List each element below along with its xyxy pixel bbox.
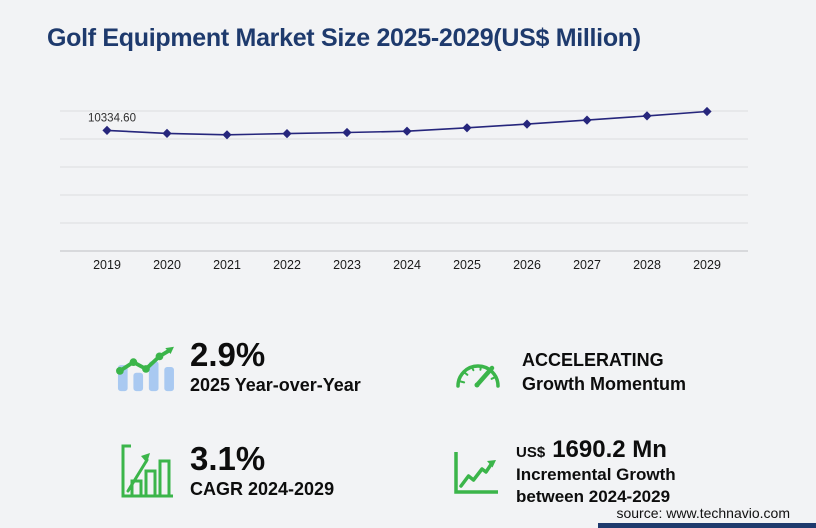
outlined-bar-chart-icon	[121, 444, 173, 498]
yoy-label: 2025 Year-over-Year	[190, 374, 361, 395]
accent-bar	[598, 523, 816, 528]
x-tick-label: 2022	[273, 258, 301, 272]
incremental-value: 1690.2 Mn	[552, 436, 667, 463]
data-point-marker	[702, 106, 712, 117]
line-chart-axes-icon	[454, 452, 498, 494]
momentum-label: Growth Momentum	[522, 374, 686, 395]
incremental-currency: US$	[516, 444, 546, 461]
bar-line-growth-icon	[116, 346, 174, 391]
x-tick-label: 2024	[393, 258, 421, 272]
data-point-marker	[342, 127, 352, 138]
data-point-marker	[102, 125, 112, 135]
stat-cagr: 3.1% CAGR 2024-2029	[120, 442, 334, 500]
data-point-marker	[222, 130, 232, 140]
x-tick-label: 2029	[693, 258, 721, 272]
x-tick-label: 2026	[513, 258, 541, 272]
page-title: Golf Equipment Market Size 2025-2029(US$…	[47, 24, 641, 52]
stat-incremental-growth: US$ 1690.2 Mn Incremental Growth between…	[452, 436, 676, 509]
data-point-marker	[642, 111, 652, 121]
data-point-marker	[282, 129, 292, 139]
x-tick-label: 2023	[333, 258, 361, 272]
first-point-data-label: 10334.60	[88, 112, 136, 124]
data-point-marker	[462, 123, 472, 133]
speedometer-icon	[456, 364, 500, 389]
infographic-page: Golf Equipment Market Size 2025-2029(US$…	[0, 0, 816, 528]
market-size-line-chart: 2019 2020 2021 2022 2023 2024 2025 2026 2027 2028…	[60, 106, 748, 272]
data-point-marker	[582, 115, 592, 125]
momentum-status: ACCELERATING	[522, 350, 664, 370]
x-tick-label: 2019	[93, 258, 121, 272]
x-tick-label: 2027	[573, 258, 601, 272]
x-tick-label: 2021	[213, 258, 241, 272]
data-point-marker	[522, 119, 532, 129]
stat-yoy-growth: 2.9% 2025 Year-over-Year	[112, 338, 361, 396]
incremental-label-line1: Incremental Growth	[516, 465, 676, 484]
x-tick-label: 2025	[453, 258, 481, 272]
x-tick-label: 2028	[633, 258, 661, 272]
source-link[interactable]: source: www.technavio.com	[616, 505, 790, 521]
cagr-label: CAGR 2024-2029	[190, 478, 335, 499]
data-point-marker	[162, 128, 172, 138]
cagr-value: 3.1%	[190, 440, 266, 477]
data-point-marker	[402, 126, 412, 136]
yoy-value: 2.9%	[190, 336, 266, 373]
x-tick-label: 2020	[153, 258, 181, 272]
stat-growth-momentum: ACCELERATING Growth Momentum	[452, 348, 686, 397]
